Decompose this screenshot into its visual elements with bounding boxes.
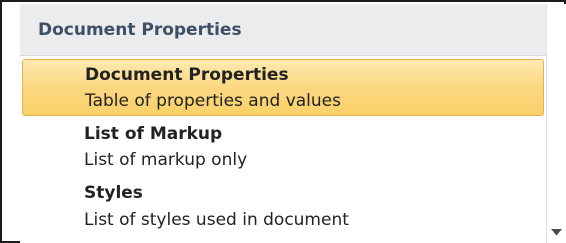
scroll-track[interactable] (549, 4, 564, 224)
vertical-scrollbar[interactable] (546, 4, 566, 243)
chevron-down-icon (551, 229, 562, 236)
print-what-dropdown-panel: Document Properties Document Properties … (0, 0, 566, 243)
scroll-down-button[interactable] (547, 222, 566, 243)
item-description: List of markup only (84, 150, 248, 170)
list-item-styles[interactable]: Styles List of styles used in document (20, 176, 546, 243)
item-description: Table of properties and values (85, 91, 341, 111)
print-what-list: Document Properties Document Properties … (20, 4, 546, 243)
item-title: List of Markup (84, 124, 223, 144)
list-item-list-of-markup[interactable]: List of Markup List of markup only (20, 117, 546, 175)
item-title: Styles (84, 183, 143, 203)
list-item-document-properties[interactable]: Document Properties Table of properties … (22, 59, 544, 116)
group-header-label: Document Properties (38, 20, 242, 40)
item-title: Document Properties (85, 65, 289, 85)
item-description: List of styles used in document (84, 210, 349, 230)
group-header: Document Properties (20, 4, 546, 56)
